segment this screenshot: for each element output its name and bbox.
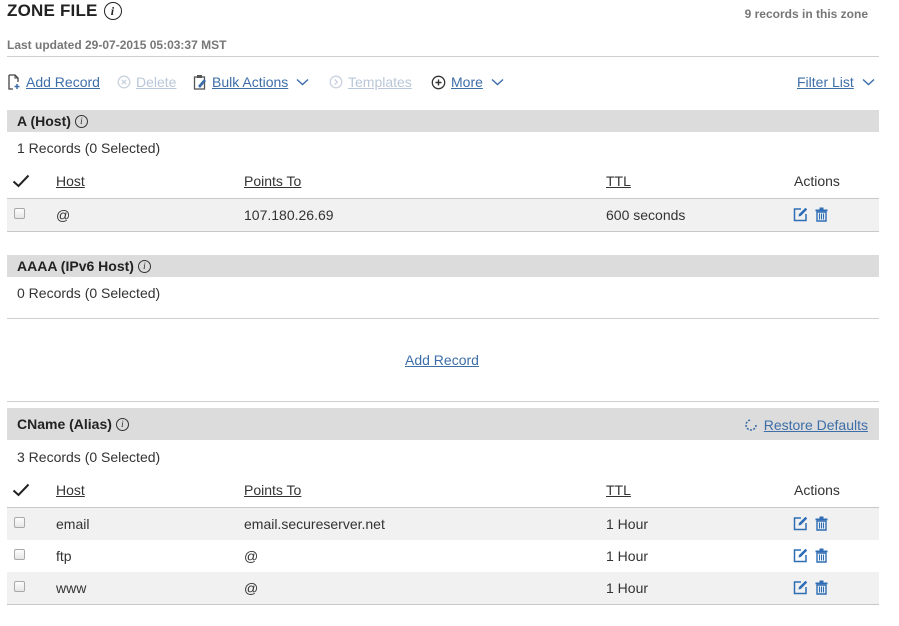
- bulk-actions-label: Bulk Actions: [212, 74, 289, 90]
- circle-x-icon: [117, 75, 131, 89]
- cell-host: www: [56, 580, 87, 596]
- column-header-points-to[interactable]: Points To: [244, 482, 301, 498]
- row-actions: [793, 516, 828, 531]
- record-count: 1 Records (0 Selected): [17, 140, 161, 156]
- bulk-actions-dropdown[interactable]: Bulk Actions: [193, 74, 314, 90]
- delete-label: Delete: [136, 74, 177, 90]
- restore-defaults-button[interactable]: Restore Defaults: [744, 417, 868, 433]
- row-checkbox[interactable]: [14, 549, 25, 560]
- circle-arrow-icon: [329, 75, 343, 89]
- column-header-host[interactable]: Host: [56, 482, 85, 498]
- column-header-ttl[interactable]: TTL: [606, 173, 631, 189]
- templates-label: Templates: [348, 74, 412, 90]
- cell-host: ftp: [56, 548, 72, 564]
- section-title: A (Host): [17, 113, 71, 129]
- table-row: www @ 1 Hour: [7, 572, 879, 604]
- cell-points-to: @: [244, 580, 259, 596]
- last-updated: Last updated 29-07-2015 05:03:37 MST: [7, 38, 227, 52]
- filter-list-label: Filter List: [797, 74, 854, 90]
- column-header-actions: Actions: [794, 482, 840, 498]
- chevron-down-icon: [296, 78, 309, 86]
- restore-defaults-label: Restore Defaults: [763, 417, 868, 433]
- section-header-a-host: A (Host) i: [7, 110, 879, 132]
- records-in-zone: 9 records in this zone: [744, 7, 868, 21]
- edit-pencil-icon[interactable]: [793, 580, 808, 595]
- table-row: @ 107.180.26.69 600 seconds: [7, 199, 879, 231]
- cell-ttl: 1 Hour: [606, 580, 649, 596]
- add-record-label: Add Record: [26, 74, 100, 90]
- cell-ttl: 600 seconds: [606, 207, 686, 223]
- page-title: ZONE FILE i: [7, 1, 122, 21]
- edit-pencil-icon[interactable]: [793, 548, 808, 563]
- cell-ttl: 1 Hour: [606, 516, 649, 532]
- more-label: More: [451, 74, 483, 90]
- more-dropdown[interactable]: More: [431, 74, 509, 90]
- edit-pencil-icon[interactable]: [793, 207, 808, 222]
- record-count: 0 Records (0 Selected): [17, 285, 161, 301]
- info-icon[interactable]: i: [115, 417, 129, 431]
- templates-button[interactable]: Templates: [329, 74, 412, 90]
- cell-points-to: 107.180.26.69: [244, 207, 334, 223]
- add-record-button[interactable]: Add Record: [7, 74, 100, 90]
- info-icon[interactable]: i: [74, 114, 88, 128]
- cell-points-to: @: [244, 548, 259, 564]
- cell-host: email: [56, 516, 90, 532]
- divider: [7, 231, 879, 232]
- circle-plus-icon: [431, 75, 446, 89]
- cell-host: @: [56, 207, 71, 223]
- column-header-points-to[interactable]: Points To: [244, 173, 301, 189]
- page-title-text: ZONE FILE: [7, 1, 98, 20]
- section-title: CName (Alias): [17, 416, 112, 432]
- checkmark-icon[interactable]: [12, 483, 30, 497]
- trash-icon[interactable]: [815, 548, 828, 563]
- section-header-aaaa: AAAA (IPv6 Host) i: [7, 255, 879, 277]
- checkmark-icon[interactable]: [12, 174, 30, 188]
- trash-icon[interactable]: [815, 580, 828, 595]
- record-count: 3 Records (0 Selected): [17, 449, 161, 465]
- row-actions: [793, 580, 828, 595]
- column-header-actions: Actions: [794, 173, 840, 189]
- trash-icon[interactable]: [815, 516, 828, 531]
- row-actions: [793, 548, 828, 563]
- add-record-link[interactable]: Add Record: [405, 352, 479, 368]
- divider: [7, 318, 879, 319]
- column-header-host[interactable]: Host: [56, 173, 85, 189]
- divider: [7, 604, 879, 605]
- document-add-icon: [8, 74, 20, 90]
- cell-points-to: email.secureserver.net: [244, 516, 385, 532]
- table-row: email email.secureserver.net 1 Hour: [7, 508, 879, 540]
- table-row: ftp @ 1 Hour: [7, 540, 879, 572]
- row-checkbox[interactable]: [14, 208, 25, 219]
- section-title: AAAA (IPv6 Host): [17, 258, 134, 274]
- divider: [7, 56, 879, 57]
- row-checkbox[interactable]: [14, 581, 25, 592]
- chevron-down-icon: [491, 78, 504, 86]
- clipboard-edit-icon: [193, 75, 206, 90]
- edit-pencil-icon[interactable]: [793, 516, 808, 531]
- cell-ttl: 1 Hour: [606, 548, 649, 564]
- row-checkbox[interactable]: [14, 517, 25, 528]
- delete-button[interactable]: Delete: [117, 74, 176, 90]
- divider: [7, 401, 879, 402]
- refresh-icon: [744, 419, 757, 431]
- filter-list-dropdown[interactable]: Filter List: [797, 74, 880, 90]
- row-actions: [793, 207, 828, 222]
- column-header-ttl[interactable]: TTL: [606, 482, 631, 498]
- info-icon[interactable]: i: [103, 2, 122, 20]
- trash-icon[interactable]: [815, 207, 828, 222]
- chevron-down-icon: [862, 78, 875, 86]
- toolbar: Add Record Delete Bulk Actions Templates: [7, 74, 879, 94]
- info-icon[interactable]: i: [137, 259, 151, 273]
